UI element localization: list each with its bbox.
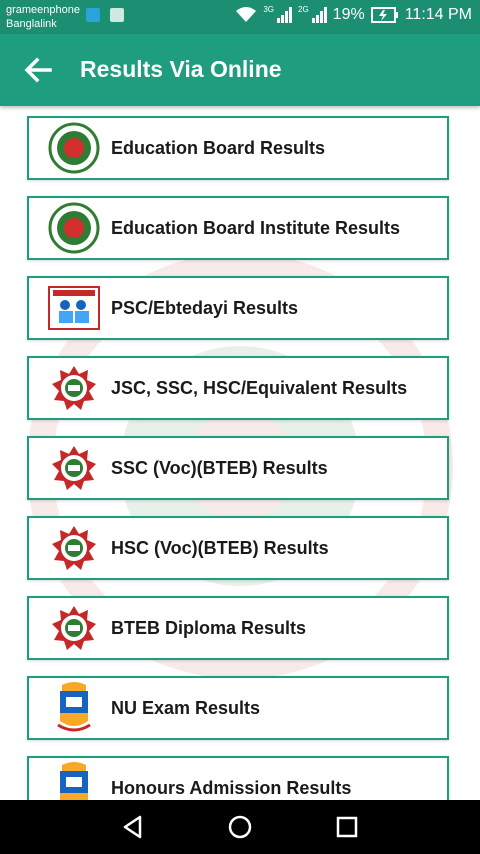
education-board-logo-icon [47, 201, 101, 255]
carrier-names: grameenphone Banglalink [6, 3, 80, 31]
bteb-logo-icon [47, 441, 101, 495]
list-item-nu-exam-results[interactable]: NU Exam Results [27, 676, 449, 740]
status-right: 3G 2G 19% 11:14 PM [235, 4, 472, 24]
network-type-1: 3G [263, 4, 274, 14]
carrier-1: grameenphone [6, 4, 81, 16]
back-triangle-icon[interactable] [120, 814, 146, 840]
bteb-logo-icon [47, 521, 101, 575]
home-circle-icon[interactable] [227, 814, 253, 840]
list-item-education-board-institute-results[interactable]: Education Board Institute Results [27, 196, 449, 260]
bteb-logo-icon [47, 361, 101, 415]
list-item-label: Education Board Results [111, 137, 326, 158]
system-nav-bar [0, 800, 480, 854]
list-item-jsc-ssc-hsc-results[interactable]: JSC, SSC, HSC/Equivalent Results [27, 356, 449, 420]
list-item-label: JSC, SSC, HSC/Equivalent Results [111, 377, 408, 398]
list-item-label: HSC (Voc)(BTEB) Results [111, 537, 329, 558]
list-item-psc-ebtedayi-results[interactable]: PSC/Ebtedayi Results [27, 276, 449, 340]
list-item-label: Honours Admission Results [111, 777, 352, 798]
list-item-bteb-diploma-results[interactable]: BTEB Diploma Results [27, 596, 449, 660]
notification-icon [86, 8, 100, 22]
clock: 11:14 PM [404, 6, 472, 23]
primary-education-logo-icon [47, 281, 101, 335]
list-item-label: SSC (Voc)(BTEB) Results [111, 457, 328, 478]
carrier-2: Banglalink [6, 18, 57, 30]
list-item-education-board-results[interactable]: Education Board Results [27, 116, 449, 180]
network-type-2: 2G [298, 4, 309, 14]
recents-square-icon[interactable] [334, 814, 360, 840]
battery-percent: 19% [332, 6, 365, 23]
wifi-icon [236, 7, 257, 22]
bteb-logo-icon [47, 601, 101, 655]
national-university-logo-icon [47, 681, 101, 735]
list-item-label: BTEB Diploma Results [111, 617, 307, 638]
image-notification-icon [110, 8, 124, 22]
list-item-honours-admission-results[interactable]: Honours Admission Results [27, 756, 449, 800]
national-university-logo-icon [47, 761, 101, 800]
list-item-label: Education Board Institute Results [111, 217, 401, 238]
signal-icon [277, 7, 292, 23]
list-item-label: PSC/Ebtedayi Results [111, 297, 299, 318]
page-title: Results Via Online [80, 56, 282, 82]
results-list[interactable]: Education Board Results Education Board … [0, 106, 480, 800]
arrow-left-icon[interactable] [22, 54, 54, 86]
signal-icon-2 [311, 7, 327, 23]
battery-charging-icon [370, 7, 398, 23]
list-item-ssc-voc-bteb-results[interactable]: SSC (Voc)(BTEB) Results [27, 436, 449, 500]
list-item-hsc-voc-bteb-results[interactable]: HSC (Voc)(BTEB) Results [27, 516, 449, 580]
app-bar: Results Via Online [0, 34, 480, 106]
list-item-label: NU Exam Results [111, 697, 261, 718]
status-bar: grameenphone Banglalink 3G 2G 19% 11:14 … [0, 0, 480, 34]
education-board-logo-icon [47, 121, 101, 175]
